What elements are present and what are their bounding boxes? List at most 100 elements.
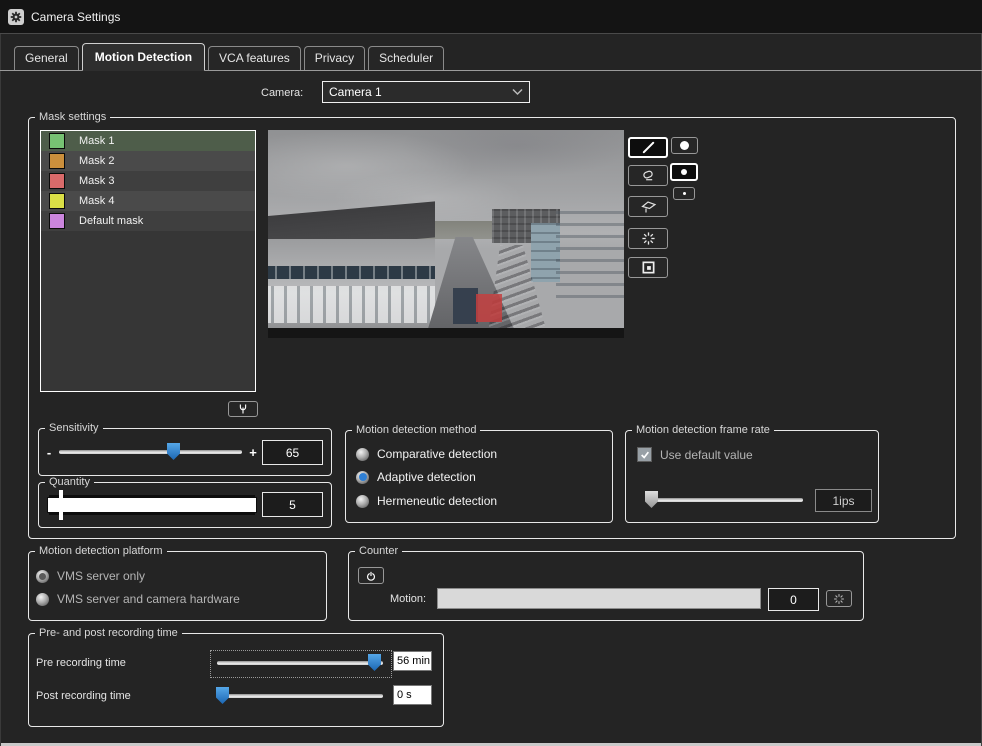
window-title: Camera Settings bbox=[31, 10, 120, 24]
motion-mask-region bbox=[476, 294, 502, 322]
eraser-tool-button[interactable] bbox=[628, 165, 668, 186]
motion-label: Motion: bbox=[390, 593, 426, 605]
motion-counter-value[interactable]: 0 bbox=[768, 588, 819, 611]
post-recording-label: Post recording time bbox=[36, 690, 131, 702]
use-default-value-checkbox[interactable]: Use default value bbox=[637, 447, 753, 462]
platform-label: Motion detection platform bbox=[35, 545, 167, 557]
post-recording-value[interactable]: 0 s bbox=[393, 685, 432, 705]
title-bar: Camera Settings bbox=[0, 0, 982, 34]
mask-name: Mask 1 bbox=[79, 135, 114, 147]
brush-size-small-button[interactable] bbox=[673, 187, 695, 200]
mask-color-swatch bbox=[49, 133, 65, 149]
tab-scheduler[interactable]: Scheduler bbox=[368, 46, 444, 70]
mask-name: Default mask bbox=[79, 215, 143, 227]
small-dot-icon bbox=[683, 192, 686, 195]
frame-rate-value[interactable]: 1ips bbox=[815, 489, 872, 512]
mask-list-item[interactable]: Mask 3 bbox=[41, 171, 255, 191]
quantity-label: Quantity bbox=[45, 476, 94, 488]
sensitivity-minus[interactable]: - bbox=[42, 445, 56, 460]
radio-hermeneutic-detection[interactable]: Hermeneutic detection bbox=[356, 494, 497, 508]
large-dot-icon bbox=[680, 141, 689, 150]
pre-recording-label: Pre recording time bbox=[36, 657, 126, 669]
radio-icon-selected bbox=[356, 471, 369, 484]
tab-general[interactable]: General bbox=[14, 46, 79, 70]
radio-label: Adaptive detection bbox=[377, 470, 476, 484]
clear-mask-button[interactable] bbox=[628, 228, 668, 249]
radio-icon bbox=[356, 495, 369, 508]
mask-name: Mask 2 bbox=[79, 155, 114, 167]
platform-group: Motion detection platform bbox=[28, 551, 327, 621]
counter-reset-button[interactable] bbox=[826, 590, 852, 607]
camera-label: Camera: bbox=[261, 87, 303, 99]
tab-bar: General Motion Detection VCA features Pr… bbox=[0, 33, 982, 71]
tab-motion-detection[interactable]: Motion Detection bbox=[82, 43, 205, 71]
mask-color-swatch bbox=[49, 173, 65, 189]
power-icon bbox=[365, 570, 377, 582]
checkbox-checked-icon bbox=[637, 447, 652, 462]
burst-icon bbox=[641, 231, 656, 246]
invert-mask-button[interactable] bbox=[628, 257, 668, 278]
camera-select-value: Camera 1 bbox=[329, 85, 512, 99]
radio-icon bbox=[36, 593, 49, 606]
eraser-icon bbox=[640, 168, 656, 183]
pen-icon bbox=[641, 140, 656, 155]
camera-select[interactable]: Camera 1 bbox=[322, 81, 530, 103]
wrench-icon bbox=[237, 403, 249, 415]
gear-icon bbox=[8, 9, 24, 25]
mask-list-item[interactable]: Mask 4 bbox=[41, 191, 255, 211]
medium-dot-icon bbox=[681, 169, 687, 175]
counter-label: Counter bbox=[355, 545, 402, 557]
quantity-slider-track[interactable] bbox=[47, 497, 257, 513]
radio-comparative-detection[interactable]: Comparative detection bbox=[356, 447, 497, 461]
radio-icon-selected-disabled bbox=[36, 570, 49, 583]
radio-vms-server-and-camera[interactable]: VMS server and camera hardware bbox=[36, 592, 240, 606]
radio-vms-server-only[interactable]: VMS server only bbox=[36, 569, 145, 583]
mask-color-swatch bbox=[49, 153, 65, 169]
prepost-label: Pre- and post recording time bbox=[35, 627, 182, 639]
sensitivity-value[interactable]: 65 bbox=[262, 440, 323, 465]
frame-rate-slider-track[interactable] bbox=[647, 498, 803, 502]
quantity-value[interactable]: 5 bbox=[262, 492, 323, 517]
building-left bbox=[268, 239, 435, 328]
radio-label: VMS server only bbox=[57, 569, 145, 583]
sensitivity-label: Sensitivity bbox=[45, 422, 103, 434]
mask-list-item[interactable]: Default mask bbox=[41, 211, 255, 231]
counter-power-button[interactable] bbox=[358, 567, 384, 584]
mask-color-swatch bbox=[49, 193, 65, 209]
sensitivity-plus[interactable]: + bbox=[246, 445, 260, 460]
pre-recording-slider-track[interactable] bbox=[217, 661, 383, 665]
quantity-slider-thumb[interactable] bbox=[59, 490, 63, 520]
mask-list-item[interactable]: Mask 1 bbox=[41, 131, 255, 151]
chevron-down-icon bbox=[512, 88, 523, 96]
invert-icon bbox=[641, 260, 656, 275]
radio-adaptive-detection[interactable]: Adaptive detection bbox=[356, 470, 476, 484]
polygon-tool-button[interactable] bbox=[628, 196, 668, 217]
mask-name: Mask 4 bbox=[79, 195, 114, 207]
mask-name: Mask 3 bbox=[79, 175, 114, 187]
mask-list: Mask 1 Mask 2 Mask 3 Mask 4 Default mask bbox=[40, 130, 256, 392]
camera-settings-window: Camera Settings General Motion Detection… bbox=[0, 0, 982, 746]
storefront-sign bbox=[268, 266, 435, 279]
tab-vca-features[interactable]: VCA features bbox=[208, 46, 301, 70]
radio-label: VMS server and camera hardware bbox=[57, 592, 240, 606]
polygon-icon bbox=[640, 199, 657, 214]
motion-level-bar bbox=[437, 588, 761, 609]
checkbox-label: Use default value bbox=[660, 448, 753, 462]
post-recording-slider-track[interactable] bbox=[217, 694, 383, 698]
mask-list-item[interactable]: Mask 2 bbox=[41, 151, 255, 171]
radio-label: Hermeneutic detection bbox=[377, 494, 497, 508]
mask-properties-button[interactable] bbox=[228, 401, 258, 417]
method-label: Motion detection method bbox=[352, 424, 480, 436]
pre-recording-value[interactable]: 56 min bbox=[393, 651, 432, 671]
building-right bbox=[556, 211, 624, 306]
pen-tool-button[interactable] bbox=[628, 137, 668, 158]
kiosk bbox=[453, 288, 478, 324]
sensitivity-slider-track[interactable] bbox=[59, 450, 242, 454]
brush-size-large-button[interactable] bbox=[671, 137, 698, 154]
tab-privacy[interactable]: Privacy bbox=[304, 46, 365, 70]
camera-preview[interactable] bbox=[268, 130, 624, 338]
brush-size-medium-button[interactable] bbox=[670, 163, 698, 181]
radio-label: Comparative detection bbox=[377, 447, 497, 461]
preview-photo bbox=[268, 130, 624, 328]
mask-settings-label: Mask settings bbox=[35, 111, 110, 123]
